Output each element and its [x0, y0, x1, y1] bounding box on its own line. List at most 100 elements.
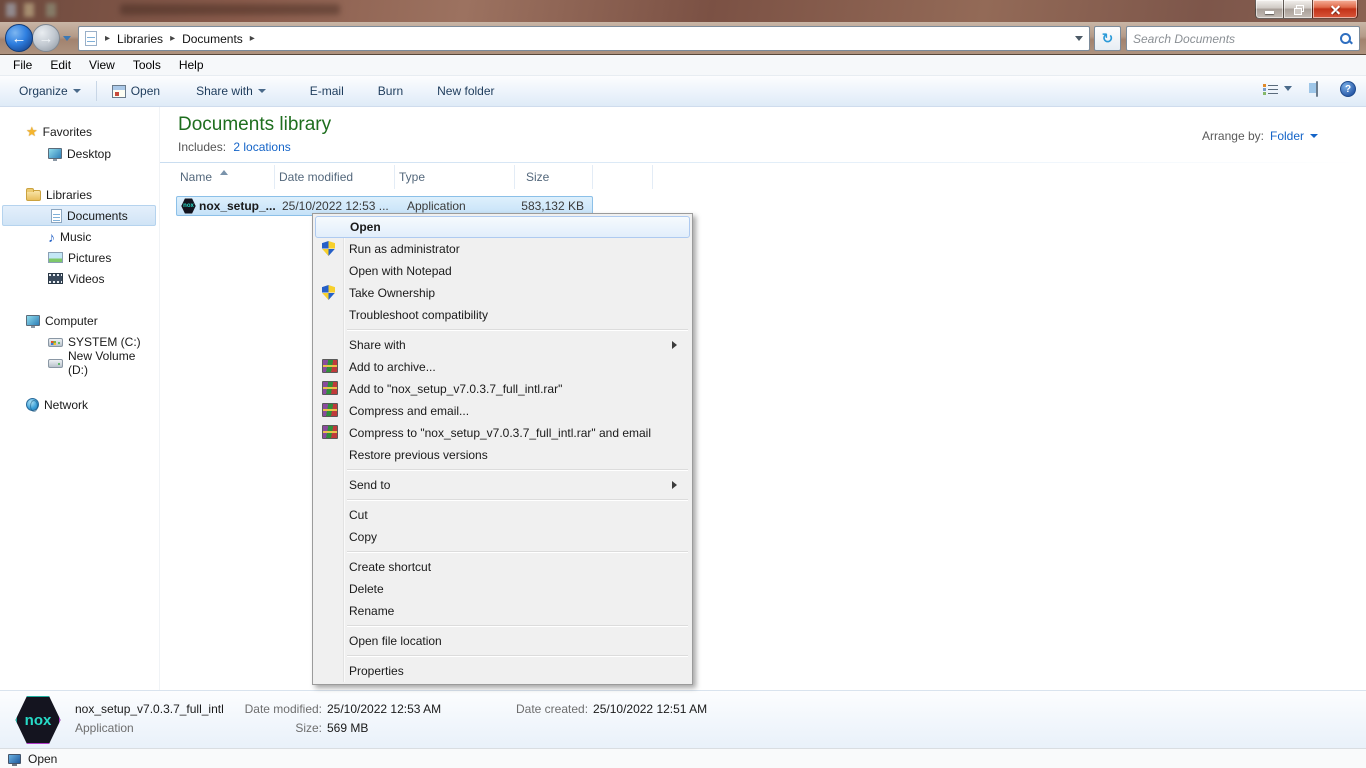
arrange-by[interactable]: Arrange by: Folder — [1202, 129, 1318, 143]
context-item-compress-to-rar-and-email[interactable]: Compress to "nox_setup_v7.0.3.7_full_int… — [315, 422, 690, 444]
sidebar-label: Music — [60, 230, 91, 244]
organize-button[interactable]: Organize — [10, 80, 90, 102]
arrange-value[interactable]: Folder — [1270, 129, 1304, 143]
context-item-open[interactable]: Open — [315, 216, 690, 238]
computer-icon — [8, 754, 21, 764]
sidebar-label: Favorites — [43, 125, 92, 139]
column-headers: Name Date modified Type Size — [176, 165, 653, 189]
sidebar-label: Computer — [45, 314, 98, 328]
includes-label: Includes: — [178, 140, 226, 154]
drive-icon — [48, 359, 63, 368]
sidebar-item-network[interactable]: Network — [0, 394, 158, 415]
open-app-icon — [112, 85, 126, 98]
locations-link[interactable]: 2 locations — [233, 140, 290, 154]
help-button[interactable]: ? — [1340, 81, 1356, 97]
includes-row: Includes: 2 locations — [178, 140, 291, 154]
chevron-down-icon — [1284, 86, 1292, 95]
navigation-bar: ← → ▸ Libraries ▸ Documents ▸ ↻ — [0, 22, 1366, 55]
views-icon — [1263, 83, 1279, 96]
context-item-troubleshoot-compatibility[interactable]: Troubleshoot compatibility — [315, 304, 690, 326]
sidebar-item-favorites[interactable]: ★ Favorites — [0, 121, 158, 142]
search-icon — [1339, 32, 1353, 46]
column-header-name[interactable]: Name — [176, 165, 275, 189]
change-view-button[interactable] — [1263, 83, 1292, 96]
context-item-open-with-notepad[interactable]: Open with Notepad — [315, 260, 690, 282]
sidebar-item-new-volume-d[interactable]: New Volume (D:) — [0, 352, 158, 373]
chevron-down-icon — [258, 89, 266, 97]
winrar-icon — [322, 359, 338, 373]
context-item-label: Compress and email... — [349, 404, 469, 418]
sidebar-item-desktop[interactable]: Desktop — [0, 143, 158, 164]
context-item-send-to[interactable]: Send to — [315, 474, 690, 496]
preview-pane-icon — [1316, 81, 1318, 97]
context-item-create-shortcut[interactable]: Create shortcut — [315, 556, 690, 578]
context-item-label: Share with — [349, 338, 406, 352]
refresh-button[interactable]: ↻ — [1094, 26, 1121, 51]
breadcrumb-documents[interactable]: Documents — [179, 32, 246, 46]
sidebar-item-libraries[interactable]: Libraries — [0, 184, 158, 205]
sidebar-label: Desktop — [67, 147, 111, 161]
column-header-type[interactable]: Type — [395, 165, 515, 189]
details-pane: nox nox_setup_v7.0.3.7_full_intl Applica… — [0, 690, 1366, 748]
column-header-size[interactable]: Size — [515, 165, 593, 189]
page-title: Documents library — [178, 114, 331, 136]
submenu-arrow-icon — [672, 481, 681, 489]
menu-help[interactable]: Help — [170, 56, 213, 74]
address-bar[interactable]: ▸ Libraries ▸ Documents ▸ — [78, 26, 1090, 51]
column-header-date-modified[interactable]: Date modified — [275, 165, 395, 189]
breadcrumb-libraries[interactable]: Libraries — [114, 32, 166, 46]
context-item-cut[interactable]: Cut — [315, 504, 690, 526]
sidebar-item-documents[interactable]: Documents — [2, 205, 156, 226]
minimize-button[interactable] — [1255, 0, 1284, 19]
search-box[interactable] — [1126, 26, 1360, 51]
context-item-open-file-location[interactable]: Open file location — [315, 630, 690, 652]
sidebar-item-videos[interactable]: Videos — [0, 268, 158, 289]
context-menu: Open Run as administrator Open with Note… — [312, 213, 693, 685]
restore-button[interactable] — [1284, 0, 1312, 19]
context-item-compress-and-email[interactable]: Compress and email... — [315, 400, 690, 422]
history-dropdown-icon[interactable] — [63, 36, 71, 45]
context-item-label: Delete — [349, 582, 384, 596]
computer-icon — [26, 315, 40, 326]
context-item-rename[interactable]: Rename — [315, 600, 690, 622]
context-item-restore-previous-versions[interactable]: Restore previous versions — [315, 444, 690, 466]
nox-app-icon: nox — [181, 198, 196, 214]
close-button[interactable] — [1312, 0, 1358, 19]
share-with-button[interactable]: Share with — [187, 80, 275, 102]
back-button[interactable]: ← — [5, 24, 33, 52]
email-button[interactable]: E-mail — [301, 80, 353, 102]
forward-button[interactable]: → — [32, 24, 60, 52]
menu-file[interactable]: File — [4, 56, 41, 74]
preview-pane-button[interactable] — [1316, 82, 1318, 96]
sidebar-item-music[interactable]: ♪ Music — [0, 226, 158, 247]
menu-edit[interactable]: Edit — [41, 56, 80, 74]
sidebar-item-pictures[interactable]: Pictures — [0, 247, 158, 268]
context-item-properties[interactable]: Properties — [315, 660, 690, 682]
open-button[interactable]: Open — [103, 80, 169, 102]
organize-label: Organize — [19, 84, 68, 98]
file-type: Application — [407, 199, 466, 213]
context-item-add-to-rar[interactable]: Add to "nox_setup_v7.0.3.7_full_intl.rar… — [315, 378, 690, 400]
burn-button[interactable]: Burn — [369, 80, 412, 102]
context-item-delete[interactable]: Delete — [315, 578, 690, 600]
context-item-take-ownership[interactable]: Take Ownership — [315, 282, 690, 304]
menu-view[interactable]: View — [80, 56, 124, 74]
context-item-run-as-administrator[interactable]: Run as administrator — [315, 238, 690, 260]
context-item-label: Cut — [349, 508, 368, 522]
new-folder-button[interactable]: New folder — [428, 80, 503, 102]
context-item-label: Rename — [349, 604, 394, 618]
context-item-label: Add to archive... — [349, 360, 436, 374]
context-item-copy[interactable]: Copy — [315, 526, 690, 548]
sidebar-item-computer[interactable]: Computer — [0, 310, 158, 331]
arrange-label: Arrange by: — [1202, 129, 1264, 143]
context-item-label: Compress to "nox_setup_v7.0.3.7_full_int… — [349, 426, 651, 440]
context-item-share-with[interactable]: Share with — [315, 334, 690, 356]
context-item-add-to-archive[interactable]: Add to archive... — [315, 356, 690, 378]
menu-tools[interactable]: Tools — [124, 56, 170, 74]
context-item-label: Copy — [349, 530, 377, 544]
menu-separator — [347, 469, 688, 471]
search-input[interactable] — [1133, 32, 1339, 46]
address-dropdown-icon[interactable] — [1075, 36, 1083, 45]
date-created-value: 25/10/2022 12:51 AM — [593, 702, 707, 716]
menu-separator — [347, 329, 688, 331]
